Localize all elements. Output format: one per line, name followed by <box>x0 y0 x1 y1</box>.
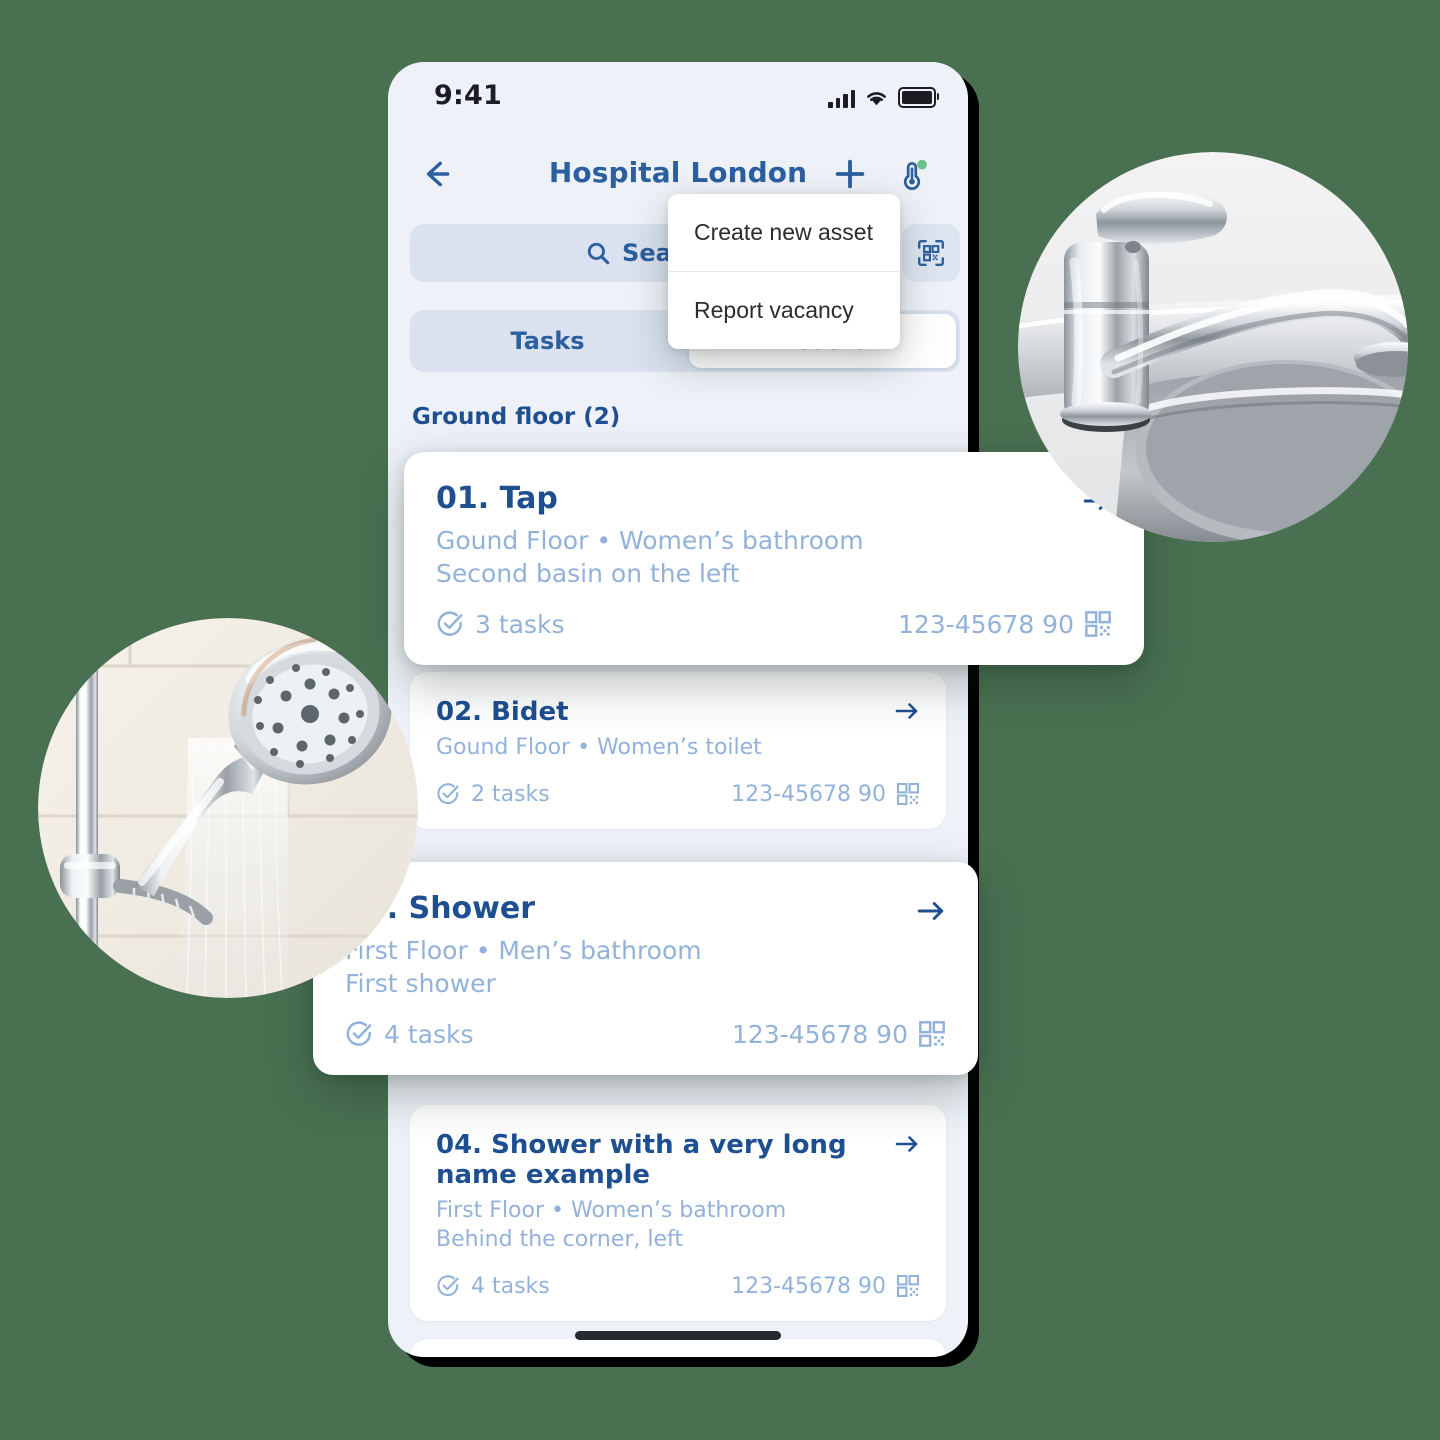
list-item-asset-02[interactable]: 02. Bidet Gound Floor • Women’s toilet 2… <box>410 672 946 829</box>
group-header-ground-floor: Ground floor (2) <box>412 404 621 430</box>
thermometer-icon <box>903 159 927 190</box>
asset-title: 03. Shower <box>345 891 536 926</box>
asset-code-label: 123-45678 90 <box>731 1019 908 1049</box>
cellular-bars-icon <box>828 88 855 108</box>
status-bar: 9:41 <box>388 62 968 128</box>
check-circle-icon <box>437 783 459 805</box>
asset-location: First Floor • Men’s bathroom <box>345 935 702 965</box>
asset-detail: Second basin on the left <box>436 558 740 588</box>
qr-code-icon <box>896 1275 920 1298</box>
tap-photo <box>1018 152 1408 542</box>
add-button[interactable] <box>824 148 876 200</box>
asset-code: 123-45678 90 <box>731 1274 920 1299</box>
qr-code-icon <box>919 1021 945 1047</box>
search-icon <box>587 242 610 265</box>
arrow-right-icon[interactable] <box>894 698 920 728</box>
asset-task-count-label: 3 tasks <box>475 609 565 639</box>
page-title: Hospital London <box>548 156 808 189</box>
asset-task-count: 4 tasks <box>436 1274 550 1299</box>
asset-task-count: 2 tasks <box>436 782 550 807</box>
asset-code: 123-45678 90 <box>732 1020 946 1049</box>
tab-tasks[interactable]: Tasks <box>414 314 681 368</box>
shower-photo <box>38 618 418 998</box>
asset-title: 01. Tap <box>436 481 558 516</box>
asset-location: Gound Floor • Women’s toilet <box>436 734 762 760</box>
asset-footer: 4 tasks 123-45678 90 <box>345 1020 946 1049</box>
qr-scan-button[interactable] <box>902 224 960 282</box>
status-bar-icons <box>828 84 939 108</box>
asset-task-count-label: 4 tasks <box>384 1019 474 1049</box>
qr-code-icon <box>896 783 920 806</box>
asset-title: 04. Shower with a very long name example <box>436 1129 847 1190</box>
asset-location: Gound Floor • Women’s bathroom <box>436 525 864 555</box>
asset-code: 123-45678 90 <box>731 782 920 807</box>
check-circle-icon <box>346 1021 372 1046</box>
temperature-button[interactable] <box>886 148 938 200</box>
asset-task-count-label: 2 tasks <box>471 781 550 807</box>
asset-code: 123-45678 90 <box>898 610 1112 639</box>
asset-location: First Floor • Women’s bathroom <box>436 1197 787 1223</box>
asset-task-count: 3 tasks <box>436 610 565 639</box>
asset-task-count: 4 tasks <box>345 1020 474 1049</box>
status-bar-time: 9:41 <box>434 80 502 111</box>
asset-task-count-label: 4 tasks <box>471 1273 550 1299</box>
asset-code-label: 123-45678 90 <box>731 1273 886 1299</box>
check-circle-icon <box>437 611 463 636</box>
context-menu[interactable]: Create new asset Report vacancy <box>668 194 900 349</box>
plus-icon <box>835 159 865 189</box>
asset-title: 02. Bidet <box>436 697 569 727</box>
list-item-asset-05[interactable]: 05. Toilet First Floor • Women’s bathroo… <box>410 1338 946 1357</box>
asset-footer: 3 tasks 123-45678 90 <box>436 610 1112 639</box>
battery-icon <box>898 87 939 108</box>
asset-detail: First shower <box>345 968 496 998</box>
asset-footer: 4 tasks 123-45678 90 <box>436 1274 920 1299</box>
asset-footer: 2 tasks 123-45678 90 <box>436 782 920 807</box>
asset-code-label: 123-45678 90 <box>897 609 1074 639</box>
list-item-asset-04[interactable]: 04. Shower with a very long name example… <box>410 1104 946 1321</box>
menu-item-report-vacancy[interactable]: Report vacancy <box>668 272 900 349</box>
arrow-right-icon[interactable] <box>894 1131 920 1161</box>
elevated-card-asset-03[interactable]: 03. Shower First Floor • Men’s bathroom … <box>313 862 978 1075</box>
qr-code-icon <box>1085 611 1111 637</box>
elevated-card-asset-01[interactable]: 01. Tap Gound Floor • Women’s bathroom S… <box>404 452 1144 665</box>
arrow-right-icon[interactable] <box>916 896 946 930</box>
asset-detail: Behind the corner, left <box>436 1226 684 1252</box>
asset-code-label: 123-45678 90 <box>731 781 886 807</box>
menu-item-create-new-asset[interactable]: Create new asset <box>668 194 900 271</box>
home-indicator <box>575 1331 781 1340</box>
wifi-icon <box>864 88 889 108</box>
qr-scan-icon <box>918 240 944 266</box>
check-circle-icon <box>437 1275 459 1297</box>
